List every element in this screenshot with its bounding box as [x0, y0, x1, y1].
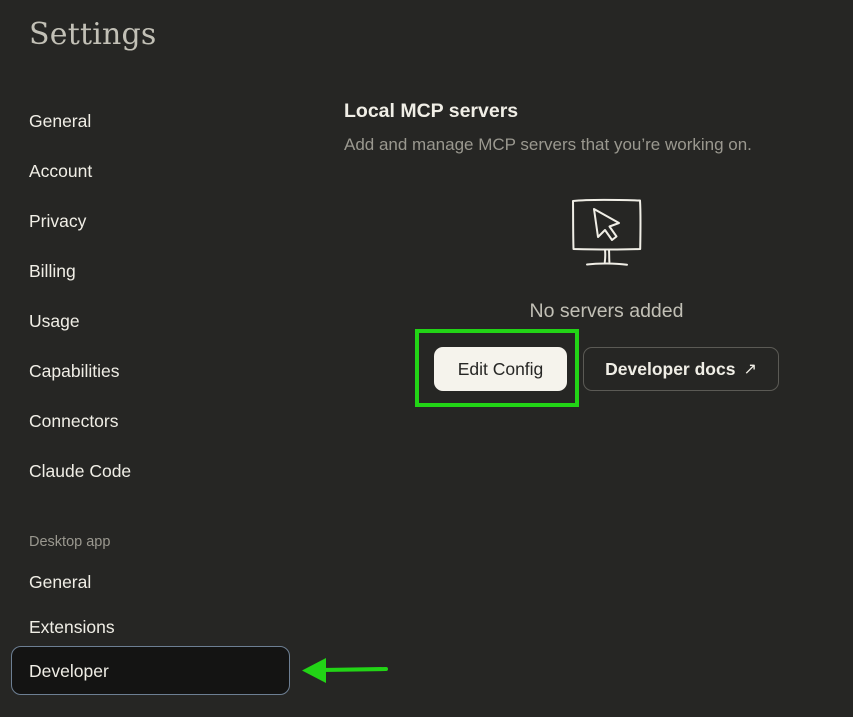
- sidebar-item-developer-label: Developer: [29, 661, 109, 681]
- developer-docs-label: Developer docs: [605, 358, 736, 379]
- sidebar-item-developer[interactable]: Developer: [11, 646, 290, 695]
- external-link-icon: ↗: [743, 361, 757, 378]
- empty-state-text: No servers added: [529, 300, 684, 322]
- sidebar-item-extensions[interactable]: Extensions: [29, 616, 115, 638]
- sidebar-item-privacy[interactable]: Privacy: [29, 210, 86, 232]
- monitor-cursor-icon: [572, 198, 642, 266]
- sidebar-item-connectors[interactable]: Connectors: [29, 410, 119, 432]
- sidebar-item-claude-code[interactable]: Claude Code: [29, 460, 131, 482]
- sidebar-item-usage[interactable]: Usage: [29, 310, 80, 332]
- sidebar-item-capabilities[interactable]: Capabilities: [29, 360, 119, 382]
- sidebar-item-desktop-general[interactable]: General: [29, 571, 91, 593]
- section-heading: Local MCP servers: [344, 100, 519, 122]
- arrow-annotation-icon: [302, 658, 388, 683]
- sidebar-item-account[interactable]: Account: [29, 160, 92, 182]
- developer-docs-button[interactable]: Developer docs ↗: [583, 347, 779, 391]
- settings-sidebar: General Account Privacy Billing Usage Ca…: [0, 0, 300, 717]
- edit-config-button[interactable]: Edit Config: [434, 347, 567, 391]
- section-description: Add and manage MCP servers that you’re w…: [344, 135, 752, 154]
- sidebar-item-billing[interactable]: Billing: [29, 260, 76, 282]
- sidebar-section-desktop-app: Desktop app: [29, 534, 111, 550]
- sidebar-item-general[interactable]: General: [29, 110, 91, 132]
